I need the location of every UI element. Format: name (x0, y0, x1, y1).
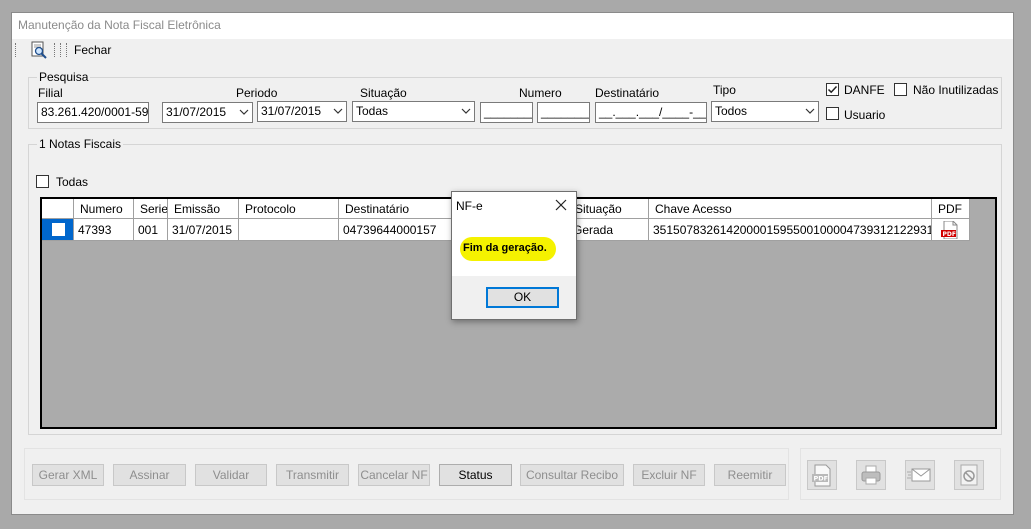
column-header-emissao[interactable]: Emissão (168, 199, 239, 219)
todas-label: Todas (56, 175, 89, 189)
ok-button[interactable]: OK (486, 287, 559, 308)
column-header-chave-acesso[interactable]: Chave Acesso (649, 199, 932, 219)
pdf-file-icon[interactable]: PDF (940, 221, 960, 239)
usuario-checkbox[interactable] (826, 107, 839, 120)
email-icon (907, 468, 931, 482)
email-button[interactable] (905, 460, 935, 490)
periodo-label: Periodo (236, 86, 278, 100)
periodo-end-value: 31/07/2015 (261, 104, 322, 118)
print-button[interactable] (856, 460, 886, 490)
consultar-recibo-button[interactable]: Consultar Recibo (520, 464, 624, 486)
column-header-serie[interactable]: Serie (134, 199, 168, 219)
toolbar: Fechar (12, 39, 1013, 61)
danfe-checkbox[interactable] (826, 83, 839, 96)
dialog-message: Fim da geração. (463, 242, 547, 254)
periodo-start-date[interactable]: 31/07/2015 (162, 102, 253, 123)
validar-button[interactable]: Validar (195, 464, 267, 486)
destinatario-input[interactable]: __.___.___/____-__ (595, 102, 707, 123)
chevron-down-icon (805, 108, 815, 114)
numero-label: Numero (519, 86, 562, 100)
print-preview-icon[interactable] (30, 41, 48, 59)
chevron-down-icon (239, 109, 249, 115)
danfe-label: DANFE (844, 83, 885, 97)
pdf-icon: PDF (812, 464, 831, 487)
periodo-end-date[interactable]: 31/07/2015 (257, 101, 347, 122)
cell-emissao[interactable]: 31/07/2015 (168, 219, 239, 241)
cell-chave-acesso[interactable]: 3515078326142000015955001000047393121229… (649, 219, 932, 241)
tipo-label: Tipo (713, 83, 736, 97)
toolbar-separator (60, 43, 61, 57)
cell-situacao[interactable]: Gerada (569, 219, 649, 241)
cancelar-nf-button[interactable]: Cancelar NF (358, 464, 430, 486)
todas-checkbox[interactable] (36, 175, 49, 188)
usuario-label: Usuario (844, 108, 886, 122)
gerar-xml-button[interactable]: Gerar XML (32, 464, 104, 486)
situacao-value: Todas (356, 104, 389, 118)
column-header-pdf[interactable]: PDF (932, 199, 970, 219)
cell-numero[interactable]: 47393 (74, 219, 134, 241)
fechar-button[interactable]: Fechar (74, 43, 111, 57)
search-group-label: Pesquisa (37, 70, 91, 84)
tipo-value: Todos (715, 104, 748, 118)
transmitir-button[interactable]: Transmitir (276, 464, 349, 486)
cell-protocolo[interactable] (239, 219, 339, 241)
cancel-document-button[interactable] (954, 460, 984, 490)
dialog-title: NF-e (456, 199, 483, 213)
column-header-numero[interactable]: Numero (74, 199, 134, 219)
cancel-document-icon (960, 464, 978, 486)
status-button[interactable]: Status (439, 464, 512, 486)
notas-group-label: 1 Notas Fiscais (37, 137, 124, 151)
pdf-button[interactable]: PDF (807, 460, 837, 490)
message-dialog: NF-e Fim da geração. OK (451, 191, 577, 320)
cell-pdf[interactable]: PDF (932, 219, 970, 241)
svg-text:PDF: PDF (814, 475, 829, 483)
destinatario-label: Destinatário (595, 86, 660, 100)
column-header-protocolo[interactable]: Protocolo (239, 199, 339, 219)
situacao-select[interactable]: Todas (352, 101, 475, 122)
toolbar-grip[interactable] (15, 43, 16, 57)
tipo-select[interactable]: Todos (711, 101, 819, 122)
chevron-down-icon (461, 108, 471, 114)
reemitir-button[interactable]: Reemitir (714, 464, 786, 486)
filial-label: Filial (38, 86, 63, 100)
cell-serie[interactable]: 001 (134, 219, 168, 241)
grid-header-selector (42, 199, 74, 219)
close-icon[interactable] (554, 198, 568, 212)
numero-from-input[interactable]: ________ (480, 102, 533, 123)
toolbar-separator (66, 43, 67, 57)
row-selector-cell[interactable] (42, 219, 74, 241)
row-checkbox[interactable] (52, 223, 65, 236)
chevron-down-icon (333, 108, 343, 114)
situacao-label: Situação (360, 86, 407, 100)
title-bar: Manutenção da Nota Fiscal Eletrônica (12, 13, 1013, 39)
toolbar-separator (54, 43, 55, 57)
window-title: Manutenção da Nota Fiscal Eletrônica (18, 18, 221, 32)
dialog-content-area: NF-e Fim da geração. (452, 192, 576, 276)
printer-icon (861, 465, 881, 485)
nao-inutilizadas-checkbox[interactable] (894, 83, 907, 96)
excluir-nf-button[interactable]: Excluir NF (633, 464, 705, 486)
nao-inutilizadas-label: Não Inutilizadas (913, 83, 999, 97)
checkmark-icon (827, 85, 838, 94)
periodo-start-value: 31/07/2015 (166, 105, 227, 119)
svg-text:PDF: PDF (943, 231, 956, 238)
column-header-situacao[interactable]: Situação (569, 199, 649, 219)
assinar-button[interactable]: Assinar (113, 464, 186, 486)
filial-input[interactable]: 83.261.420/0001-59 (37, 102, 149, 123)
numero-to-input[interactable]: ________ (537, 102, 590, 123)
